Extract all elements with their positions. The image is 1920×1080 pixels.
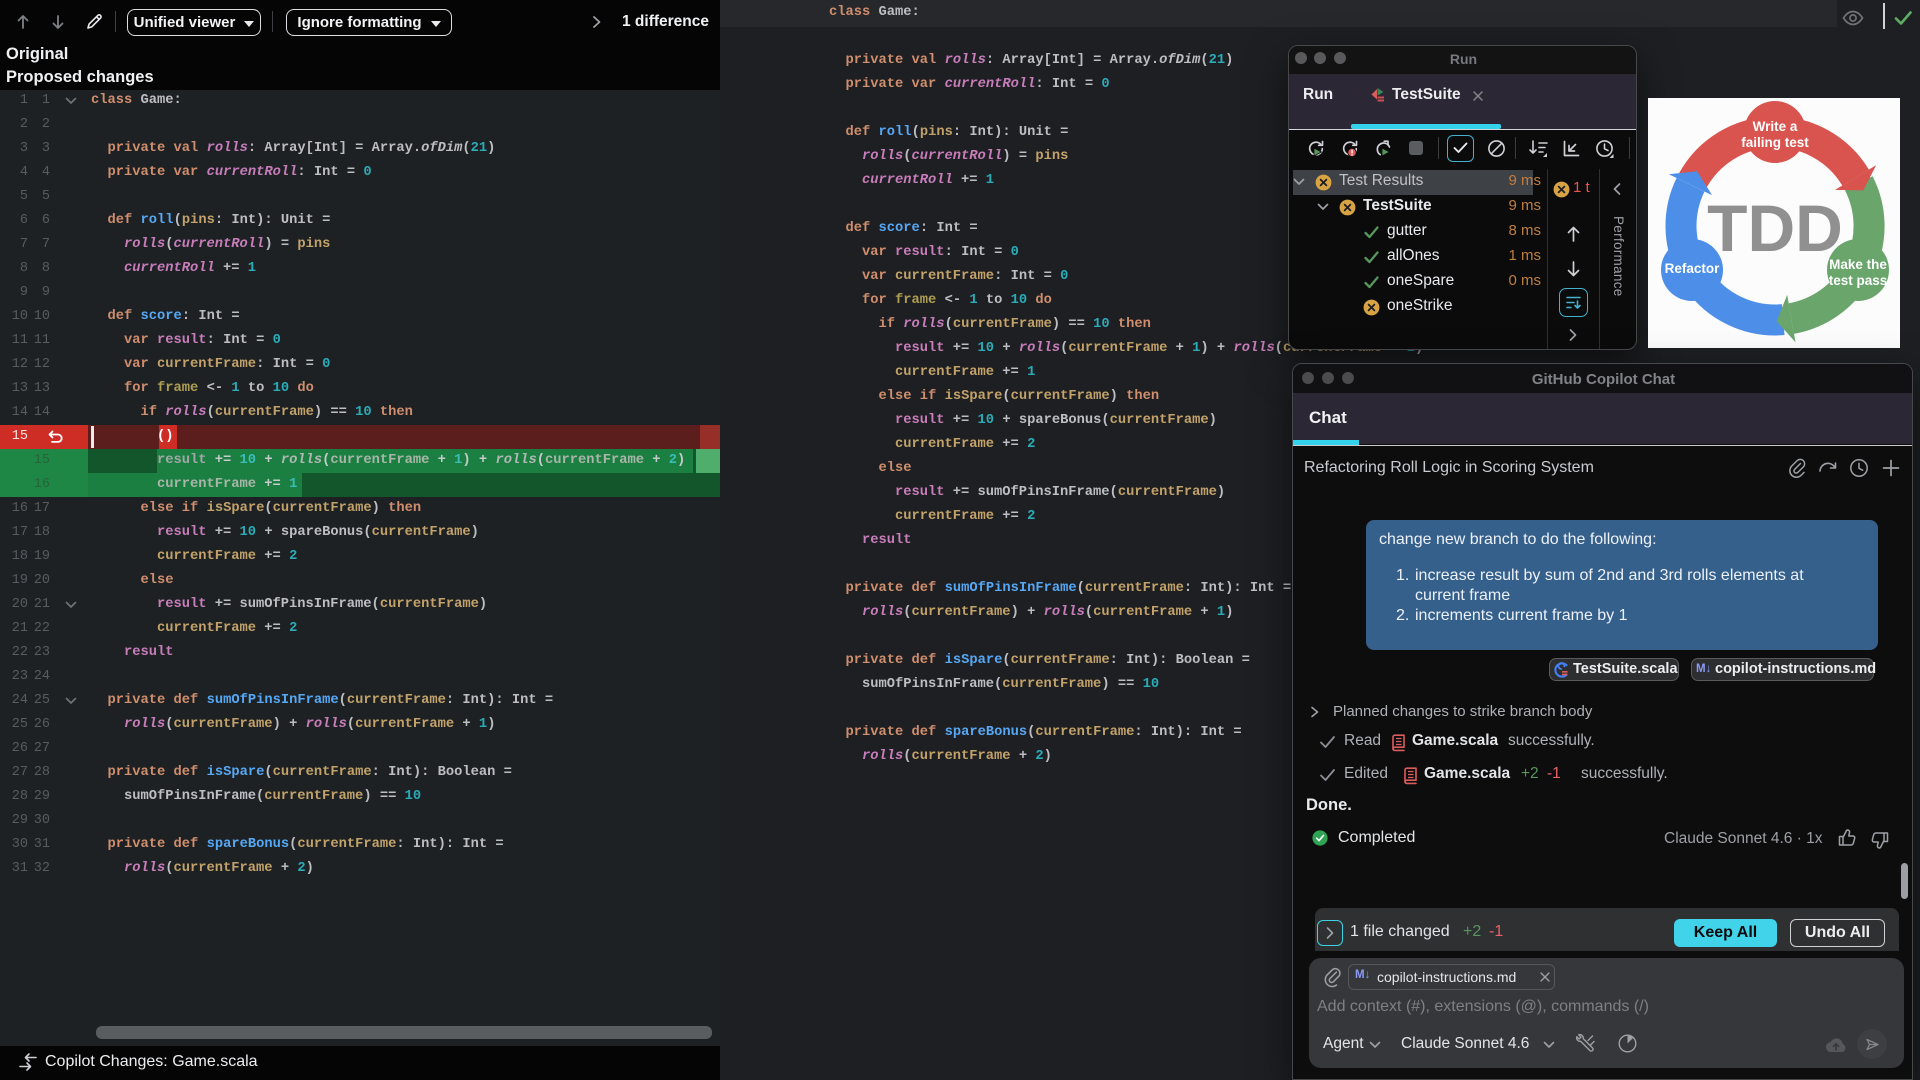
svg-text:TDD: TDD	[1707, 191, 1843, 265]
svg-text:failing test: failing test	[1741, 135, 1809, 150]
svg-text:Write a: Write a	[1753, 119, 1798, 134]
svg-text:Make the: Make the	[1829, 257, 1887, 272]
svg-text:test pass: test pass	[1829, 273, 1888, 288]
svg-text:Refactor: Refactor	[1665, 261, 1721, 276]
